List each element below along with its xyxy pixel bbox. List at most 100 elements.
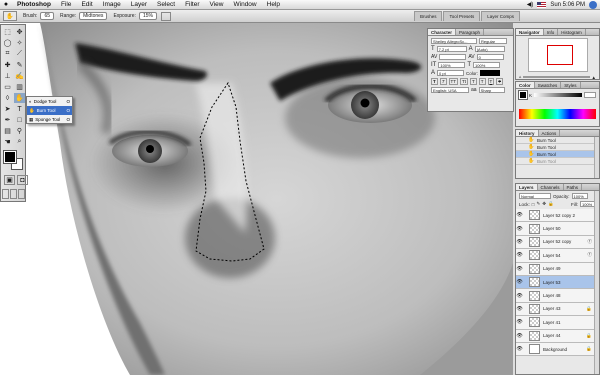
- volume-icon[interactable]: ◀): [527, 1, 534, 8]
- layer-row[interactable]: 👁 Layer 48: [516, 289, 594, 303]
- menu-image[interactable]: Image: [98, 1, 126, 8]
- clock-text[interactable]: Sun 5:06 PM: [550, 2, 585, 8]
- color-ramp[interactable]: [519, 109, 596, 119]
- font-family-select[interactable]: Shelley AllegroSc...: [431, 38, 477, 44]
- zoom-slider[interactable]: [523, 76, 590, 78]
- flyout-sponge-tool[interactable]: ▦ Sponge Tool O: [27, 115, 72, 124]
- kerning-field[interactable]: [439, 54, 467, 60]
- layer-effects-icon[interactable]: ⓕ: [588, 252, 593, 258]
- range-select[interactable]: Midtones: [79, 12, 108, 20]
- slice-tool-icon[interactable]: ⟋: [14, 49, 25, 59]
- history-step[interactable]: ✋ Burn Tool: [516, 151, 594, 158]
- screen-mode-full-icon[interactable]: [18, 189, 25, 199]
- tab-histogram[interactable]: Histogram: [558, 29, 586, 35]
- eraser-tool-icon[interactable]: ▭: [2, 82, 13, 92]
- marquee-tool-icon[interactable]: ⬚: [2, 27, 13, 37]
- pen-tool-icon[interactable]: ✒: [2, 115, 13, 125]
- layer-row-background[interactable]: 👁 Background 🔒: [516, 342, 594, 357]
- eye-icon[interactable]: 👁: [516, 319, 523, 325]
- lock-position-icon[interactable]: ✥: [542, 201, 546, 207]
- foreground-color-swatch[interactable]: [3, 150, 17, 164]
- layer-row[interactable]: 👁 Layer 54 ⓕ: [516, 249, 594, 263]
- menu-layer[interactable]: Layer: [126, 1, 152, 8]
- opacity-field[interactable]: 100%: [571, 193, 588, 199]
- standard-mode-icon[interactable]: ▣: [4, 175, 15, 185]
- history-scrollbar[interactable]: [594, 137, 599, 178]
- menu-help[interactable]: Help: [262, 1, 285, 8]
- eye-icon[interactable]: 👁: [516, 226, 523, 232]
- eye-icon[interactable]: 👁: [516, 266, 523, 272]
- history-step[interactable]: ✋ Burn Tool: [516, 137, 594, 144]
- move-tool-icon[interactable]: ✥: [14, 27, 25, 37]
- tab-styles[interactable]: Styles: [561, 82, 581, 88]
- healing-brush-tool-icon[interactable]: ✚: [2, 60, 13, 70]
- path-selection-tool-icon[interactable]: ➤: [2, 104, 13, 114]
- eye-icon[interactable]: 👁: [516, 252, 523, 258]
- lock-image-icon[interactable]: ✎: [536, 201, 540, 207]
- layer-effects-icon[interactable]: ⓕ: [588, 239, 593, 245]
- k-field[interactable]: [584, 92, 596, 98]
- exposure-field[interactable]: 15%: [138, 12, 157, 20]
- baseline-shift-field[interactable]: 0 pt: [437, 70, 465, 76]
- all-caps-button[interactable]: TT: [448, 78, 458, 85]
- eye-icon[interactable]: 👁: [516, 346, 523, 352]
- history-step[interactable]: ✋ Burn Tool: [516, 158, 594, 165]
- current-tool-icon[interactable]: ✋: [3, 11, 17, 21]
- spotlight-icon[interactable]: [589, 0, 597, 9]
- tab-paragraph[interactable]: Paragraph: [456, 29, 485, 35]
- well-tool-presets[interactable]: Tool Presets: [443, 11, 481, 21]
- tracking-field[interactable]: 0: [476, 54, 504, 60]
- brush-tool-icon[interactable]: ✎: [14, 60, 25, 70]
- horizontal-scale-field[interactable]: 100%: [473, 62, 501, 68]
- eye-icon[interactable]: 👁: [516, 306, 523, 312]
- tab-history[interactable]: History: [516, 130, 539, 136]
- quick-mask-mode-icon[interactable]: ◘: [17, 175, 28, 185]
- screen-mode-standard-icon[interactable]: [2, 189, 9, 199]
- layer-row[interactable]: 👁 Layer 49: [516, 262, 594, 276]
- eye-icon[interactable]: 👁: [516, 212, 523, 218]
- notes-tool-icon[interactable]: ▤: [2, 126, 13, 136]
- magic-wand-tool-icon[interactable]: ✧: [14, 38, 25, 48]
- leading-field[interactable]: (Auto): [474, 46, 505, 52]
- app-menu[interactable]: Photoshop: [12, 1, 56, 8]
- superscript-button[interactable]: T: [470, 78, 477, 85]
- eye-icon[interactable]: 👁: [516, 293, 523, 299]
- k-slider[interactable]: [534, 93, 582, 97]
- layer-row[interactable]: 👁 Layer 41: [516, 316, 594, 330]
- font-size-field[interactable]: 7.2 pt: [436, 46, 467, 52]
- layer-row[interactable]: 👁 Layer 50: [516, 222, 594, 236]
- anti-alias-select[interactable]: Sharp: [478, 87, 505, 93]
- eye-icon[interactable]: 👁: [516, 333, 523, 339]
- strikethrough-button[interactable]: T: [496, 78, 503, 85]
- history-brush-tool-icon[interactable]: ✍: [14, 71, 25, 81]
- apple-menu-icon[interactable]: ●: [0, 1, 12, 8]
- menu-file[interactable]: File: [56, 1, 76, 8]
- faux-bold-button[interactable]: T: [431, 78, 438, 85]
- flyout-burn-tool[interactable]: ✋ Burn Tool O: [27, 106, 72, 115]
- text-color-swatch[interactable]: [480, 70, 501, 76]
- lasso-tool-icon[interactable]: ◯: [2, 38, 13, 48]
- layer-row[interactable]: 👁 Layer 52 copy ⓕ: [516, 235, 594, 250]
- gradient-tool-icon[interactable]: ▥: [14, 82, 25, 92]
- burn-tool-icon[interactable]: ✋: [14, 93, 25, 103]
- menu-view[interactable]: View: [205, 1, 229, 8]
- vertical-scale-field[interactable]: 100%: [438, 62, 466, 68]
- tab-channels[interactable]: Channels: [538, 184, 564, 190]
- font-style-select[interactable]: Regular: [479, 38, 507, 44]
- blur-tool-icon[interactable]: ◊: [2, 93, 13, 103]
- type-tool-icon[interactable]: T: [14, 104, 25, 114]
- layer-row-selected[interactable]: 👁 Layer 53: [516, 275, 594, 290]
- history-step[interactable]: ✋ Burn Tool: [516, 144, 594, 151]
- tab-navigator[interactable]: Navigator: [516, 29, 544, 35]
- tab-character[interactable]: Character: [428, 29, 457, 35]
- flag-icon[interactable]: [537, 1, 547, 8]
- layer-row[interactable]: 👁 Layer 43 🔒: [516, 302, 594, 317]
- well-layer-comps[interactable]: Layer Comps: [481, 11, 520, 21]
- subscript-button[interactable]: T: [478, 78, 486, 85]
- menu-window[interactable]: Window: [229, 1, 262, 8]
- well-brushes[interactable]: Brushes: [413, 11, 443, 21]
- layers-scrollbar[interactable]: [594, 191, 599, 374]
- tab-paths[interactable]: Paths: [564, 184, 583, 190]
- zoom-tool-icon[interactable]: ⌕: [14, 137, 25, 147]
- navigator-preview[interactable]: [527, 38, 588, 72]
